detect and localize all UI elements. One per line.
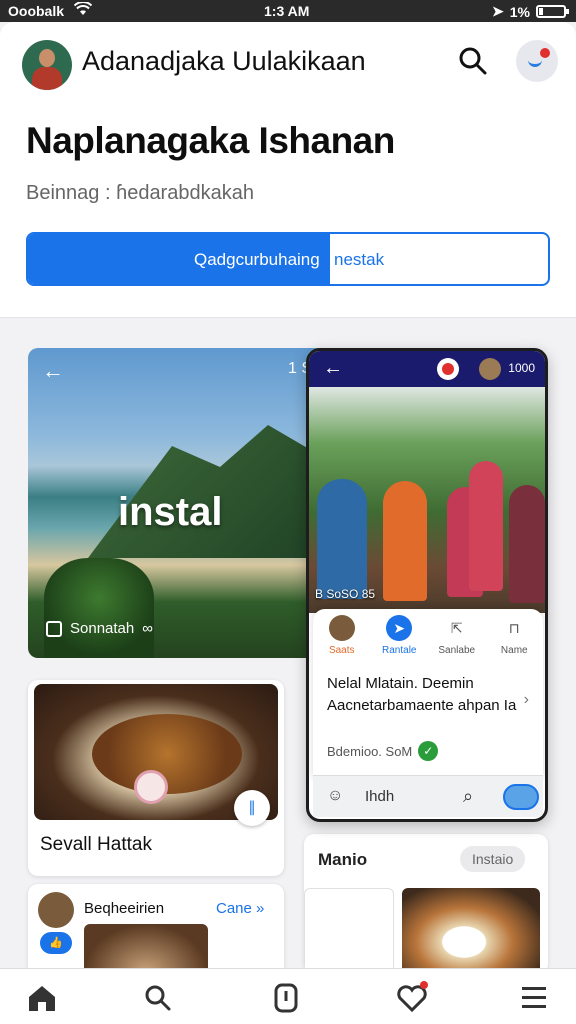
sheet-title: Nelal Mlatain. Deemin Aacnetarbamaente a… xyxy=(327,675,517,714)
nav-favorites[interactable] xyxy=(396,981,428,1013)
side-card-placeholder xyxy=(304,888,394,968)
phone-camera-button[interactable] xyxy=(503,784,539,810)
hero-caption: Sonnatah ∞ xyxy=(46,620,153,637)
user-name: Beqheeirien xyxy=(84,900,165,917)
hero-mountain xyxy=(88,425,328,558)
battery-fill xyxy=(539,8,543,15)
search-button[interactable] xyxy=(456,44,490,78)
home-icon xyxy=(29,986,55,1011)
avatar-head xyxy=(39,49,55,67)
primary-cta-button[interactable]: Qadgcurbuhaing nestak xyxy=(26,232,550,286)
profile-icon xyxy=(528,59,542,67)
action-bookmark[interactable]: ⊓ Name xyxy=(487,615,541,663)
phone-action-row: Saats ➤ Rantale ⇱ Sanlabe ⊓ Name xyxy=(313,615,543,663)
audio-wave-icon: ∥ xyxy=(248,799,256,816)
sheet-meta-text: Bdemioo. SoM xyxy=(327,743,413,759)
food-card[interactable]: ∥ Sevall Hattak xyxy=(28,680,284,876)
phone-avatar[interactable] xyxy=(479,358,501,380)
status-bar: Ooobalk 1:3 AM ➤ 1% xyxy=(0,0,576,22)
phone-topbar: ← 1000 xyxy=(309,351,545,387)
back-arrow-icon[interactable]: ← xyxy=(42,360,64,382)
wifi-icon xyxy=(74,2,92,15)
phone-bottom-sheet: Saats ➤ Rantale ⇱ Sanlabe ⊓ Name Nelal M… xyxy=(313,609,543,779)
phone-search-row: ☺ Ihdh ⌕ xyxy=(313,775,543,817)
nav-menu[interactable] xyxy=(518,983,550,1013)
menu-icon xyxy=(522,987,546,1008)
nav-home[interactable] xyxy=(26,983,58,1013)
page-title: Naplanagaka Ishanan xyxy=(26,120,395,161)
app-title: Adanadjaka Uulakikaan xyxy=(82,46,366,76)
cta-label-secondary: nestak xyxy=(334,250,385,269)
phone-photo: B SoSO 85 xyxy=(309,387,545,613)
search-icon xyxy=(145,985,171,1011)
food-card-title: Sevall Hattak xyxy=(40,834,152,855)
phone-preview[interactable]: ← 1000 B SoSO 85 Saats ➤ Rantale ⇱ Sanla… xyxy=(306,348,548,822)
phone-count: 1000 xyxy=(508,361,535,375)
photo-caption: B SoSO 85 xyxy=(315,587,376,601)
bookmark-icon: ⊓ xyxy=(508,619,520,636)
chevron-right-icon[interactable]: › xyxy=(524,691,529,709)
hero-card[interactable]: ← 1 S instal Sonnatah ∞ xyxy=(28,348,328,658)
thumb-up-icon: 👍 xyxy=(49,937,63,949)
emoji-icon[interactable]: ☺ xyxy=(327,787,343,805)
hero-caption-text: Sonnatah xyxy=(70,620,135,637)
food-egg xyxy=(134,770,168,804)
side-card-title: Manio xyxy=(318,850,368,869)
like-button[interactable]: 👍 xyxy=(40,932,72,954)
share-icon: ➤ xyxy=(386,615,413,641)
action-label: Name xyxy=(500,645,528,656)
profile-button[interactable] xyxy=(516,40,558,82)
photo-person xyxy=(383,481,427,601)
page-subtitle: Beinnag : ɦedarabdkakah xyxy=(26,182,254,204)
action-avatar[interactable]: Saats xyxy=(315,615,369,663)
action-label: Sanlabe xyxy=(438,645,476,656)
side-card[interactable]: Manio Instaio xyxy=(304,834,548,968)
phone-search-icon[interactable]: ⌕ xyxy=(463,786,473,807)
send-icon: ⇱ xyxy=(450,619,463,636)
action-send[interactable]: ⇱ Sanlabe xyxy=(430,615,484,663)
carrier-label: Ooobalk xyxy=(8,3,65,19)
hero-overlay-text: instal xyxy=(118,490,223,534)
clock: 1:3 AM xyxy=(264,3,310,19)
sheet-meta: Bdemioo. SoM ✓ xyxy=(327,741,439,761)
status-right: ➤ 1% xyxy=(492,3,569,20)
photo-person xyxy=(469,461,503,591)
nav-search[interactable] xyxy=(142,983,174,1013)
location-icon: ➤ xyxy=(492,3,504,19)
nav-alert[interactable] xyxy=(270,983,302,1013)
chip-label: Instaio xyxy=(472,851,514,867)
action-share[interactable]: ➤ Rantale xyxy=(372,615,426,663)
search-icon xyxy=(459,47,487,75)
infinity-icon: ∞ xyxy=(142,620,153,637)
verified-check-icon: ✓ xyxy=(418,741,439,761)
side-card-image[interactable] xyxy=(402,888,540,968)
battery-icon xyxy=(536,5,569,18)
battery-percent: 1% xyxy=(509,3,530,20)
notification-dot xyxy=(540,48,550,58)
bottom-nav xyxy=(0,968,576,1024)
audio-wave-button[interactable]: ∥ xyxy=(234,790,270,826)
record-icon[interactable] xyxy=(437,358,459,380)
avatar[interactable] xyxy=(22,40,72,90)
feed: ← 1 S instal Sonnatah ∞ ∥ Sevall Hattak … xyxy=(0,318,576,968)
avatar-body xyxy=(32,67,62,90)
avatar-icon xyxy=(328,615,355,641)
user-card-thumbnail[interactable] xyxy=(84,924,208,968)
checkbox-icon[interactable] xyxy=(46,620,62,637)
action-label: Rantale xyxy=(382,645,417,656)
phone-back-icon[interactable]: ← xyxy=(323,357,343,380)
phone-search-text[interactable]: Ihdh xyxy=(365,788,394,805)
instal-chip[interactable]: Instaio xyxy=(460,846,526,872)
photo-person xyxy=(509,485,545,603)
user-card-link[interactable]: Cane » xyxy=(216,900,264,917)
action-label: Saats xyxy=(328,645,355,656)
cta-label: Qadgcurbuhaing xyxy=(194,250,320,269)
page-header: Adanadjaka Uulakikaan Naplanagaka Ishana… xyxy=(0,22,576,318)
alert-icon xyxy=(274,983,298,1013)
hero-palm xyxy=(44,558,154,658)
notification-badge xyxy=(420,981,428,989)
user-avatar[interactable] xyxy=(38,892,74,928)
user-card[interactable]: Beqheeirien Cane » 👍 xyxy=(28,884,284,968)
photo-person xyxy=(317,479,367,599)
